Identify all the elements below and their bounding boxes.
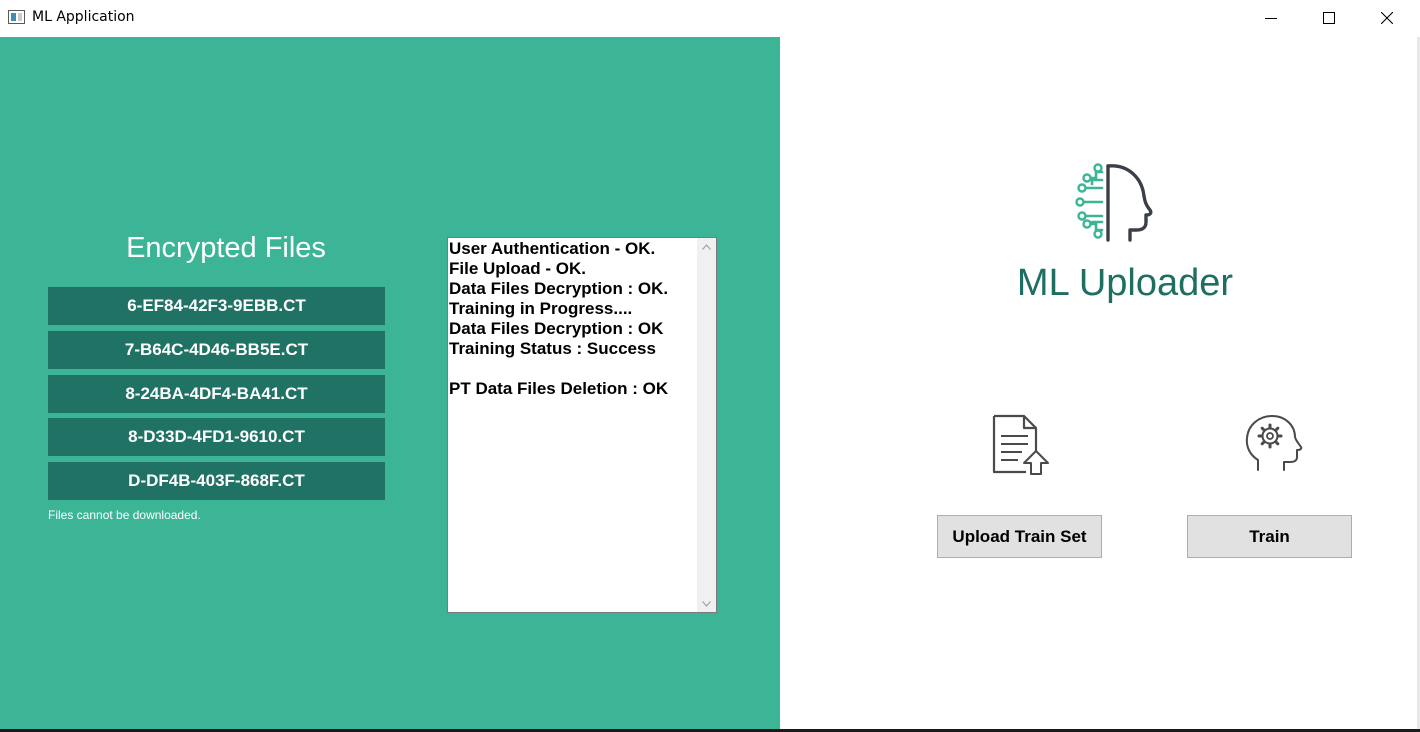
log-line: PT Data Files Deletion : OK — [449, 379, 669, 398]
log-line: Data Files Decryption : OK. — [449, 279, 669, 298]
encrypted-files-heading: Encrypted Files — [126, 232, 326, 264]
head-gear-icon — [1245, 415, 1303, 471]
log-scrollbar[interactable] — [697, 238, 716, 612]
status-log-textbox[interactable]: User Authentication - OK. File Upload - O… — [447, 237, 717, 613]
window-title: ML Application — [32, 9, 135, 25]
app-brand-name: ML Uploader — [1016, 262, 1234, 304]
close-icon — [1381, 12, 1393, 24]
minimize-icon — [1265, 18, 1277, 19]
log-line: User Authentication - OK. — [449, 239, 656, 258]
download-restriction-note: Files cannot be downloaded. — [48, 508, 201, 522]
ai-brain-head-icon — [1075, 163, 1153, 242]
train-button[interactable]: Train — [1187, 515, 1352, 558]
uploader-panel — [780, 37, 1420, 732]
encrypted-file-item[interactable]: 8-24BA-4DF4-BA41.CT — [48, 375, 385, 413]
encrypted-file-item[interactable]: 8-D33D-4FD1-9610.CT — [48, 418, 385, 456]
encrypted-file-item[interactable]: 7-B64C-4D46-BB5E.CT — [48, 331, 385, 369]
log-line: Data Files Decryption : OK — [449, 319, 664, 338]
upload-train-set-button[interactable]: Upload Train Set — [937, 515, 1102, 558]
log-line: File Upload - OK. — [449, 259, 586, 278]
app-window-icon — [8, 10, 25, 24]
document-upload-icon — [992, 414, 1049, 475]
maximize-button[interactable] — [1300, 0, 1358, 36]
encrypted-files-panel: Encrypted Files 6-EF84-42F3-9EBB.CT 7-B6… — [0, 37, 780, 732]
minimize-button[interactable] — [1242, 0, 1300, 36]
scroll-down-button[interactable] — [697, 595, 716, 612]
status-log-text: User Authentication - OK. File Upload - O… — [449, 239, 697, 399]
maximize-icon — [1323, 12, 1335, 24]
log-line: Training Status : Success — [449, 339, 656, 358]
chevron-up-icon — [702, 243, 711, 250]
window-title-bar: ML Application — [0, 0, 1420, 36]
encrypted-file-item[interactable]: D-DF4B-403F-868F.CT — [48, 462, 385, 500]
scroll-up-button[interactable] — [697, 238, 716, 255]
log-line: Training in Progress.... — [449, 299, 633, 318]
encrypted-file-item[interactable]: 6-EF84-42F3-9EBB.CT — [48, 287, 385, 325]
chevron-down-icon — [702, 600, 711, 607]
close-button[interactable] — [1358, 0, 1416, 36]
